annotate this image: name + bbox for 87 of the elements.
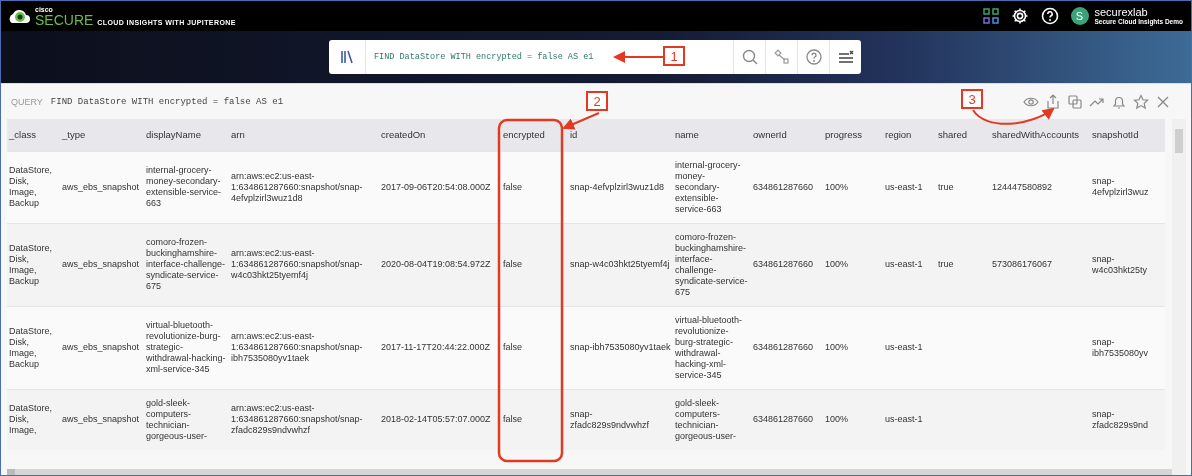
table-cell-text: snap-4efvplzirl3wuz — [1092, 176, 1150, 198]
table-cell: comoro-frozen-buckinghamshire-interface-challenge-syndicate-service-675 — [675, 231, 749, 298]
table-cell: comoro-frozen-buckinghamshire-interface-challenge-syndicate-service-675 — [146, 237, 227, 292]
table-cell: us-east-1 — [885, 181, 923, 193]
vertical-scrollbar[interactable] — [1172, 119, 1186, 475]
column-header[interactable]: progress — [823, 119, 883, 151]
table-cell: 100% — [825, 259, 849, 270]
nodes-icon[interactable] — [773, 49, 790, 65]
star-icon[interactable] — [1133, 93, 1149, 110]
query-label: QUERY — [11, 96, 43, 107]
table-cell: 634861287660 — [753, 414, 814, 425]
table-cell-text: internal-grocery-money-secondary-extensible-service-663 — [146, 165, 223, 209]
share-icon[interactable] — [1045, 93, 1061, 110]
table-cell: false — [503, 342, 522, 353]
table-cell-text: snap-w4c03hkt25ty — [1092, 253, 1149, 276]
table-cell-text: snap-zfadc829s9nd — [1092, 408, 1150, 431]
column-header[interactable]: encrypted — [501, 119, 568, 151]
table-cell: us-east-1 — [885, 414, 923, 425]
table-cell-text: DataStore, Disk, Image, Backup — [9, 325, 54, 370]
column-header[interactable]: id — [568, 119, 673, 151]
grid-icon[interactable] — [982, 8, 999, 24]
column-header[interactable]: _class — [7, 119, 60, 151]
table-cell: false — [503, 414, 522, 425]
column-header[interactable]: createdOn — [379, 119, 501, 151]
column-header[interactable]: name — [673, 119, 751, 151]
column-header[interactable]: region — [883, 119, 936, 151]
table-cell-text: arn:aws:ec2:us-east-1:634861287660:snapshot/snap-ibh7535080yv1taek — [231, 331, 364, 364]
table-cell: 100% — [825, 342, 849, 353]
horizontal-scrollbar[interactable] — [7, 469, 1172, 475]
library-icon[interactable] — [340, 50, 354, 64]
copy-icon[interactable] — [1067, 93, 1083, 110]
table-cell: aws_ebs_snapshot — [62, 342, 140, 353]
table-cell: us-east-1 — [885, 259, 923, 270]
table-cell: aws_ebs_snapshot — [62, 414, 140, 425]
product-name: SECURE — [35, 12, 94, 27]
table-cell-text: DataStore, Disk, Image, Backup — [9, 242, 54, 287]
column-header[interactable]: displayName — [144, 119, 229, 151]
annotation-arrow — [562, 112, 600, 130]
table-cell: 634861287660 — [753, 342, 814, 353]
table-cell: 100% — [825, 414, 849, 425]
table-cell-text: snap-ibh7535080yv — [1092, 336, 1150, 359]
column-header[interactable]: arn — [229, 119, 379, 151]
callout-number: 1 — [663, 46, 685, 66]
callout-number: 3 — [961, 89, 983, 109]
column-header[interactable]: shared — [936, 119, 990, 151]
column-header[interactable]: snapshotId — [1090, 119, 1165, 151]
column-header[interactable]: _type — [60, 119, 144, 151]
user-name: securexlab — [1094, 6, 1149, 19]
table-cell: aws_ebs_snapshot — [62, 181, 140, 193]
table-cell-text: snap-zfadc829s9ndvwhzf — [570, 408, 651, 431]
list-clear-icon[interactable] — [837, 49, 854, 65]
table-cell: aws_ebs_snapshot — [62, 259, 140, 270]
table-cell-text: gold-sleek-computers-technician-gorgeous-user- — [675, 397, 738, 442]
table-cell: us-east-1 — [885, 342, 923, 353]
table-cell-text: gold-sleek-computers-technician-gorgeous-user- — [146, 397, 209, 442]
table-cell: 2017-09-06T20:54:08.000Z — [381, 181, 491, 193]
table-cell-text: arn:aws:ec2:us-east-1:634861287660:snapshot/snap-zfadc829s9ndvwhzf — [231, 403, 364, 436]
table-cell: true — [938, 181, 954, 193]
table-cell: snap-w4c03hkt25tyemf4j — [570, 259, 670, 270]
table-cell: 573086176067 — [992, 259, 1053, 270]
table-cell: snap-ibh7535080yv1taek — [570, 342, 671, 353]
settings-icon[interactable] — [1010, 7, 1029, 25]
table-cell-text: virtual-bluetooth-revolutionize-burg-strategic-withdrawal-hacking-xml-service-345 — [675, 314, 744, 381]
annotation-arrow — [613, 51, 664, 63]
query-text: FIND DataStore WITH encrypted = false AS e1 — [50, 96, 284, 107]
callout-number: 2 — [586, 91, 608, 111]
search-icon[interactable] — [741, 49, 758, 65]
table-cell: snap-4efvplzirl3wuz1d8 — [570, 181, 665, 193]
table-cell: false — [503, 181, 522, 193]
column-header[interactable]: ownerId — [751, 119, 823, 151]
table-cell: 100% — [825, 181, 849, 193]
table-cell: 124447580892 — [992, 181, 1053, 193]
table-cell-text: arn:aws:ec2:us-east-1:634861287660:snapshot/snap-4efvplzirl3wuz1d8 — [231, 170, 364, 204]
table-cell: 634861287660 — [753, 259, 814, 270]
table-cell-text: DataStore, Disk, Image, Backup — [9, 165, 54, 209]
table-cell: 634861287660 — [753, 181, 814, 193]
table-cell: 2020-08-04T19:08:54.972Z — [381, 259, 491, 270]
cloud-logo-icon — [7, 7, 31, 25]
table-cell: 2018-02-14T05:57:07.000Z — [381, 414, 491, 425]
table-cell-text: arn:aws:ec2:us-east-1:634861287660:snapshot/snap-w4c03hkt25tyemf4j — [231, 248, 364, 281]
table-cell: true — [938, 259, 954, 270]
table-cell-text: DataStore, Disk, Image, — [9, 403, 54, 436]
column-header[interactable]: sharedWithAccounts — [990, 119, 1090, 151]
table-cell: false — [503, 259, 522, 270]
table-cell-text: internal-grocery-money-secondary-extensible-service-663 — [675, 159, 742, 215]
table-cell: 2017-11-17T20:44:22.000Z — [381, 342, 490, 353]
table-cell: virtual-bluetooth-revolutionize-burg-strategic-withdrawal-hacking-xml-service-345 — [146, 320, 227, 375]
